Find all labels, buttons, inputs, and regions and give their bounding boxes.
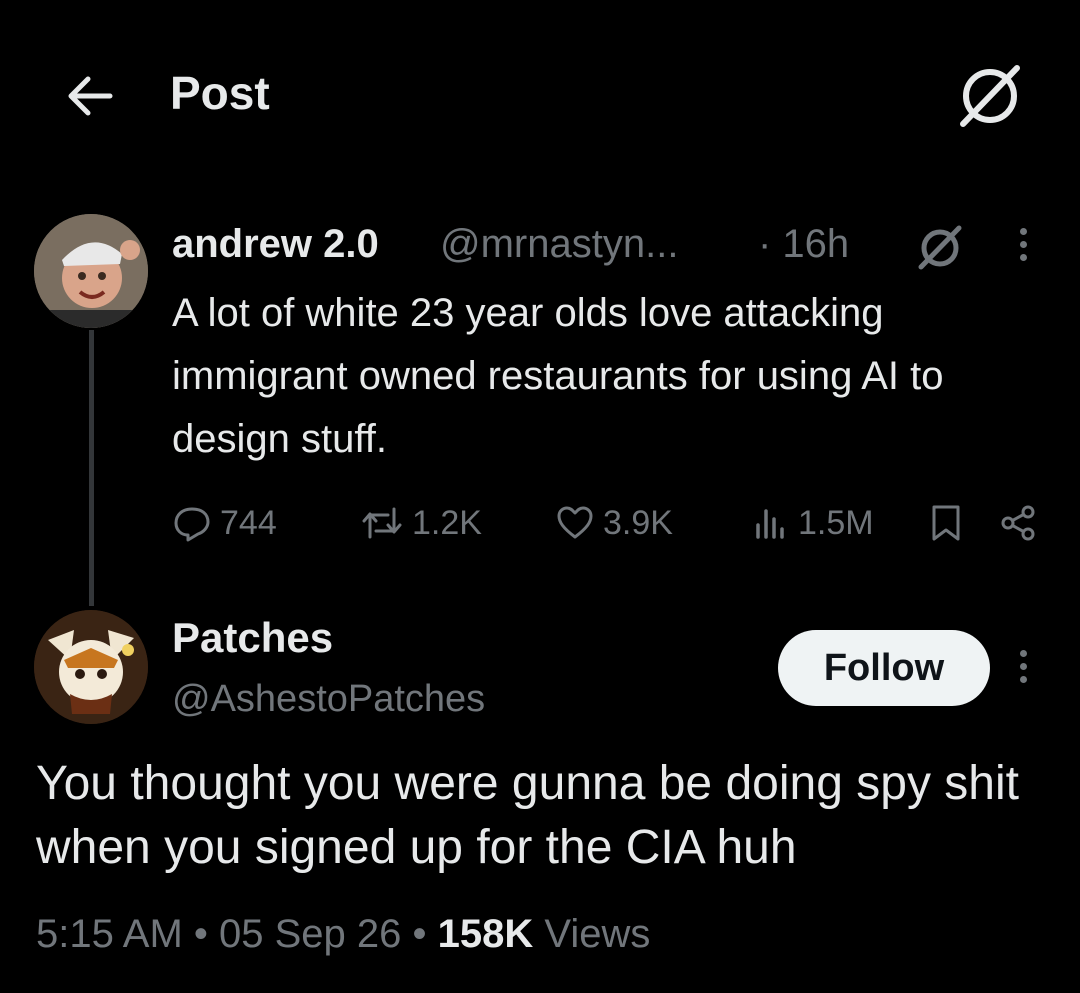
like-count: 3.9K [603, 503, 673, 542]
grok-icon[interactable] [955, 60, 1025, 130]
post-text: A lot of white 23 year olds love attacki… [172, 291, 944, 461]
reply-count: 744 [220, 503, 277, 542]
views-button[interactable]: 1.5M [750, 498, 874, 548]
back-arrow-icon[interactable] [62, 68, 118, 124]
avatar-image [34, 214, 148, 328]
like-button[interactable]: 3.9K [555, 498, 673, 548]
avatar[interactable] [34, 214, 148, 328]
follow-button[interactable]: Follow [778, 630, 990, 706]
repost-count: 1.2K [412, 503, 482, 542]
author-handle[interactable]: @AshestoPatches [172, 678, 485, 721]
more-icon[interactable] [1016, 650, 1030, 692]
post-time[interactable]: · 16h [758, 222, 849, 267]
like-icon [557, 506, 593, 539]
share-button[interactable] [998, 498, 1046, 548]
avatar[interactable] [34, 610, 148, 724]
repost-button[interactable]: 1.2K [360, 498, 482, 548]
share-icon [1001, 505, 1035, 541]
more-icon[interactable] [1016, 228, 1030, 270]
bookmark-button[interactable] [928, 498, 972, 548]
views-label: Views [544, 912, 651, 956]
reply-icon [174, 507, 210, 542]
avatar-image [34, 610, 148, 724]
post-text: You thought you were gunna be doing spy … [36, 757, 1019, 874]
post-time[interactable]: 5:15 AM [36, 912, 183, 956]
post-date[interactable]: 05 Sep 26 [219, 912, 401, 956]
bookmark-icon [932, 505, 960, 541]
author-name[interactable]: andrew 2.0 [172, 222, 379, 267]
post-meta: 5:15 AM • 05 Sep 26 • 158K Views [36, 912, 651, 956]
views-count: 1.5M [798, 503, 874, 542]
reply-button[interactable]: 744 [172, 498, 277, 548]
repost-icon [362, 507, 402, 539]
thread-line [89, 330, 94, 606]
grok-icon[interactable] [915, 222, 965, 272]
page-title: Post [170, 67, 270, 119]
top-bar: Post [0, 0, 1080, 180]
author-handle[interactable]: @mrnastyn... [440, 222, 678, 267]
views-icon [756, 509, 784, 539]
action-bar: 744 1.2K 3.9K 1.5M [172, 498, 1052, 548]
views-count: 158K [437, 912, 534, 956]
author-name[interactable]: Patches [172, 614, 333, 662]
